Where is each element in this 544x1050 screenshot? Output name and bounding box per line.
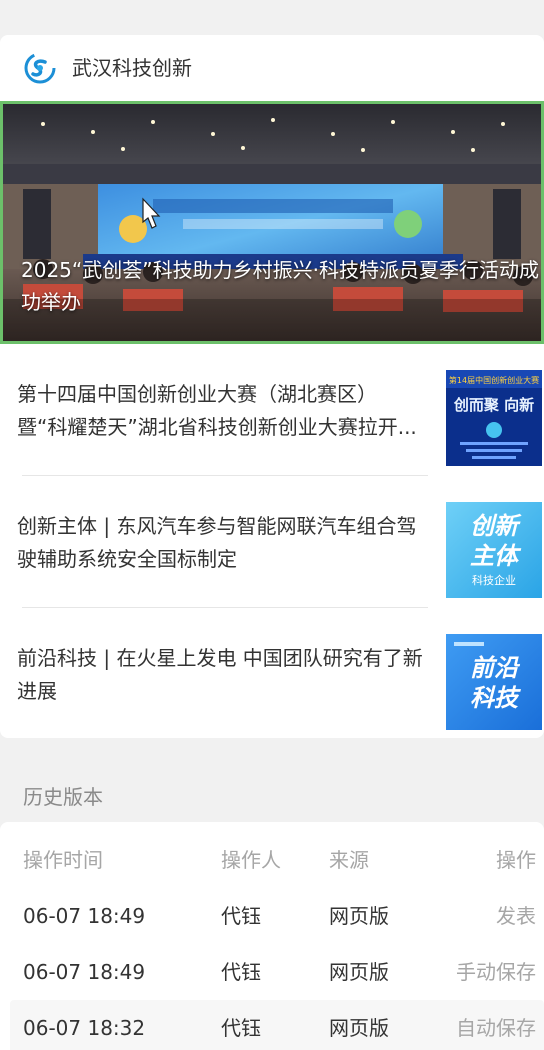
row-action: 手动保存 [456, 960, 536, 984]
article-preview-card: 武汉科技创新 2025“武创荟”科技助力乡村振兴·科技特派员夏季行活动成功举办 … [0, 35, 544, 738]
hero-title: 2025“武创荟”科技助力乡村振兴·科技特派员夏季行活动成功举办 [21, 258, 539, 314]
column-header-source: 来源 [329, 848, 369, 872]
article-title: 前沿科技 | 在火星上发电 中国团队研究有了新进展 [17, 646, 423, 703]
frontier-tech-thumbnail-icon: 前沿 科技 [446, 634, 542, 730]
row-action: 发表 [496, 904, 536, 928]
svg-text:第14届中国创新创业大赛: 第14届中国创新创业大赛 [449, 375, 539, 385]
thumb-text: 前沿 [470, 654, 518, 682]
row-operator: 代钰 [221, 960, 261, 984]
account-header[interactable]: 武汉科技创新 [0, 35, 544, 101]
history-section-label: 历史版本 [23, 785, 103, 809]
history-table: 操作时间 操作人 来源 操作 06-07 18:49 代钰 网页版 发表 06-… [0, 822, 544, 1050]
row-time: 06-07 18:49 [23, 960, 146, 984]
row-time: 06-07 18:32 [23, 1016, 146, 1040]
innovation-subject-thumbnail-icon: 创新 主体 科技企业 [446, 502, 542, 598]
row-source: 网页版 [329, 904, 389, 928]
wuhan-tech-logo-icon [24, 52, 56, 84]
article-item[interactable]: 第十四届中国创新创业大赛（湖北赛区）暨“科耀楚天”湖北省科技创新创业大赛拉开..… [0, 344, 544, 476]
article-title: 第十四届中国创新创业大赛（湖北赛区）暨“科耀楚天”湖北省科技创新创业大赛拉开..… [17, 382, 417, 439]
thumb-text: 主体 [470, 542, 518, 570]
decoration [454, 642, 484, 646]
competition-banner-thumbnail-icon: 第14届中国创新创业大赛 创而聚 向新 [446, 370, 542, 466]
row-action: 自动保存 [456, 1016, 536, 1040]
table-row[interactable]: 06-07 18:32 代钰 网页版 自动保存 [10, 1000, 544, 1050]
table-header-row: 操作时间 操作人 来源 操作 [0, 832, 544, 888]
table-row[interactable]: 06-07 18:49 代钰 网页版 发表 [0, 888, 544, 944]
row-time: 06-07 18:49 [23, 904, 146, 928]
article-item[interactable]: 创新主体 | 东风汽车参与智能网联汽车组合驾驶辅助系统安全国标制定 创新 主体 … [0, 476, 544, 608]
column-header-action: 操作 [496, 848, 536, 872]
article-item[interactable]: 前沿科技 | 在火星上发电 中国团队研究有了新进展 前沿 科技 [0, 608, 544, 738]
row-operator: 代钰 [221, 904, 261, 928]
thumb-text: 创新 [470, 512, 518, 540]
row-source: 网页版 [329, 1016, 389, 1040]
account-name: 武汉科技创新 [72, 56, 192, 80]
column-header-operator: 操作人 [221, 848, 281, 872]
row-operator: 代钰 [221, 1016, 261, 1040]
svg-text:创而聚 向新: 创而聚 向新 [453, 396, 534, 414]
thumb-caption: 科技企业 [472, 574, 516, 587]
thumb-text: 科技 [470, 684, 518, 712]
table-row[interactable]: 06-07 18:49 代钰 网页版 手动保存 [0, 944, 544, 1000]
column-header-time: 操作时间 [23, 848, 103, 872]
row-source: 网页版 [329, 960, 389, 984]
hero-article[interactable]: 2025“武创荟”科技助力乡村振兴·科技特派员夏季行活动成功举办 [0, 101, 544, 344]
article-title: 创新主体 | 东风汽车参与智能网联汽车组合驾驶辅助系统安全国标制定 [17, 514, 417, 571]
